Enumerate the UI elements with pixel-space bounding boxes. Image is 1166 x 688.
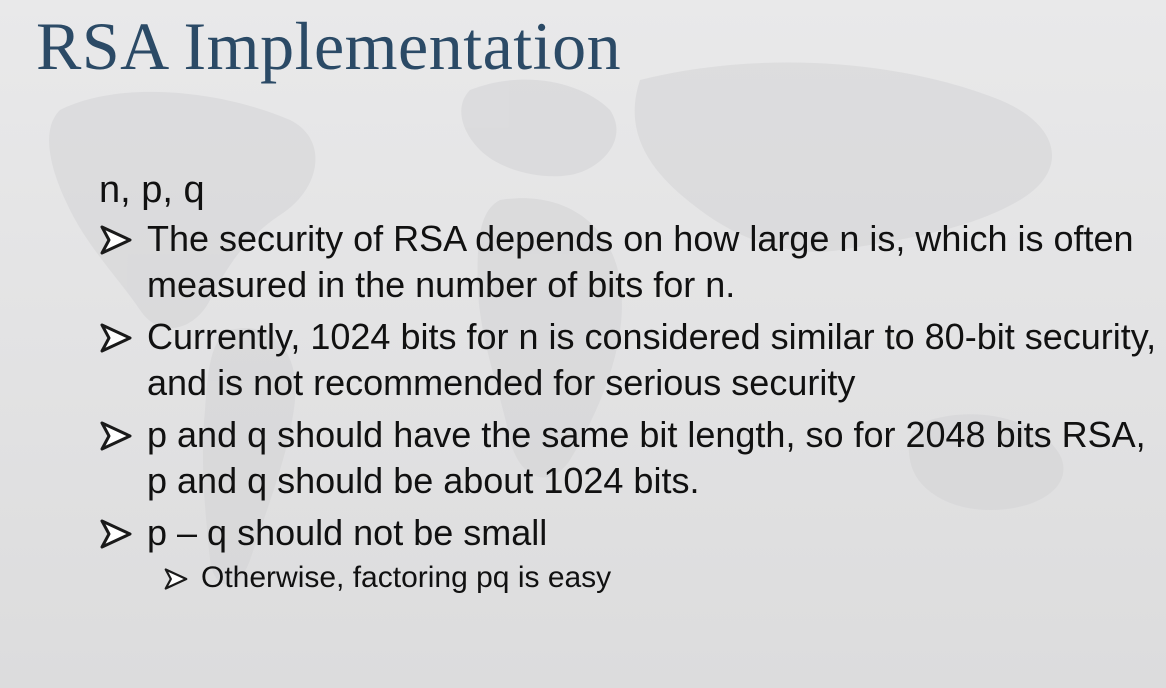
arrowhead-bullet-icon: [100, 323, 132, 353]
sub-bullet-list: Otherwise, factoring pq is easy: [97, 558, 1157, 598]
bullet-item: p – q should not be small: [97, 510, 1157, 556]
bullet-list: The security of RSA depends on how large…: [97, 216, 1157, 556]
bullet-text: Currently, 1024 bits for n is considered…: [147, 316, 1157, 403]
sub-bullet-item: Otherwise, factoring pq is easy: [97, 558, 1157, 598]
bullet-text: p – q should not be small: [147, 512, 548, 553]
slide-body: n, p, q The security of RSA depends on h…: [97, 168, 1157, 598]
bullet-text: The security of RSA depends on how large…: [147, 218, 1134, 305]
sub-bullet-text: Otherwise, factoring pq is easy: [201, 561, 612, 594]
bullet-item: The security of RSA depends on how large…: [97, 216, 1157, 308]
bullet-text: p and q should have the same bit length,…: [147, 414, 1146, 501]
slide: RSA Implementation n, p, q The security …: [0, 0, 1166, 688]
arrowhead-bullet-icon: [100, 225, 132, 255]
arrowhead-bullet-icon: [100, 421, 132, 451]
arrowhead-bullet-icon: [100, 519, 132, 549]
slide-title: RSA Implementation: [36, 8, 622, 84]
bullet-item: Currently, 1024 bits for n is considered…: [97, 314, 1157, 406]
bullet-item: p and q should have the same bit length,…: [97, 412, 1157, 504]
arrowhead-bullet-icon: [164, 568, 188, 590]
section-subheading: n, p, q: [99, 169, 205, 211]
